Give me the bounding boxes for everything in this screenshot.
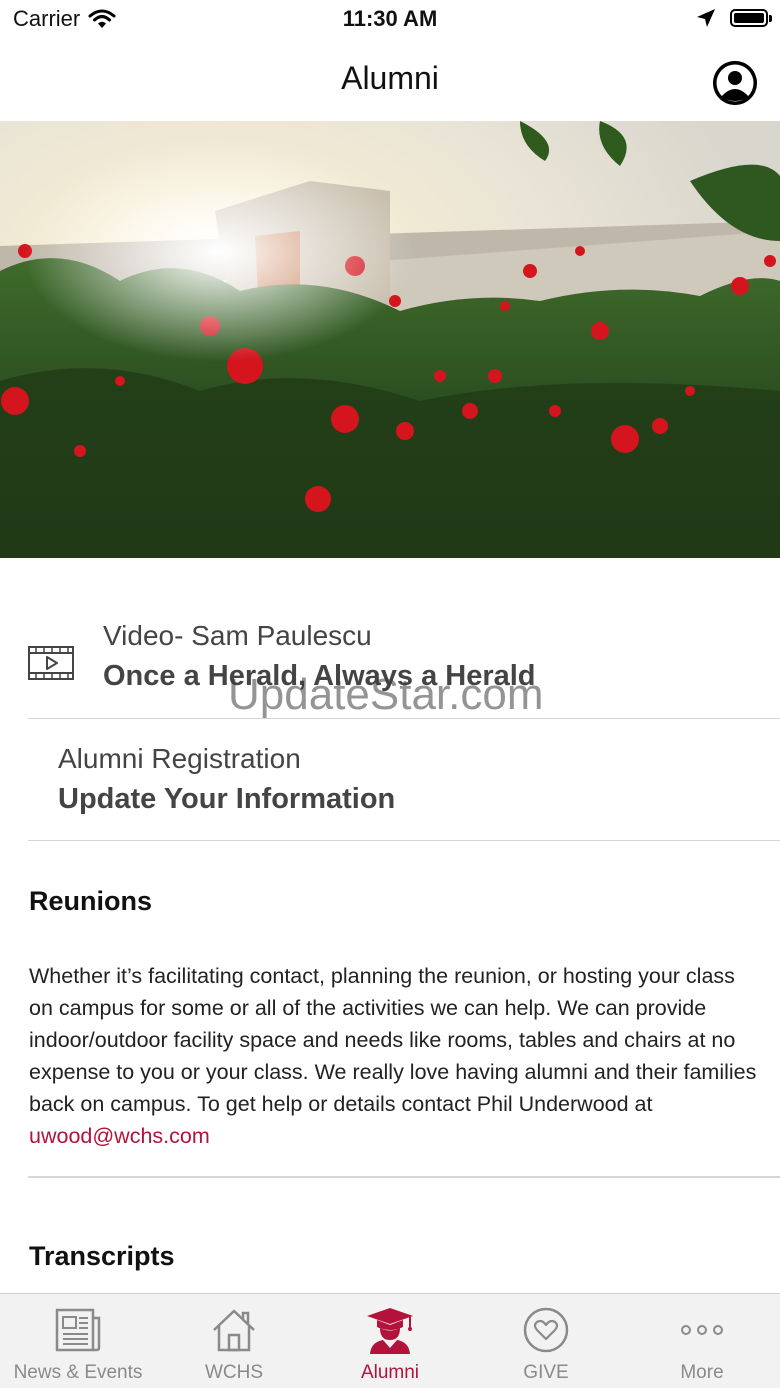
video-icon [28, 646, 74, 680]
video-subtitle: Once a Herald, Always a Herald [103, 660, 536, 692]
transcripts-heading: Transcripts [29, 1241, 175, 1271]
user-icon [713, 61, 757, 105]
video-title: Video- Sam Paulescu [103, 620, 372, 651]
list-item-registration[interactable]: Alumni Registration Update Your Informat… [28, 719, 780, 841]
reunions-text: Whether it’s facilitating contact, plann… [29, 964, 757, 1116]
tab-label: News & Events [13, 1362, 143, 1383]
nav-bar: Alumni [0, 40, 780, 121]
tab-wchs[interactable]: WCHS [156, 1294, 312, 1388]
more-icon [681, 1325, 723, 1335]
tab-label: WCHS [204, 1362, 264, 1383]
registration-subtitle: Update Your Information [58, 783, 396, 815]
tab-bar: News & Events WCHS Alumni GIVE More [0, 1293, 780, 1388]
status-time: 11:30 AM [342, 6, 438, 31]
location-arrow-icon [697, 9, 715, 27]
hero-photo [0, 121, 780, 558]
tab-give[interactable]: GIVE [468, 1294, 624, 1388]
section-divider [28, 1176, 780, 1178]
page-title: Alumni [341, 60, 439, 96]
tab-more[interactable]: More [624, 1294, 780, 1388]
newspaper-icon [55, 1308, 101, 1352]
email-link[interactable]: uwood@wchs.com [29, 1124, 210, 1148]
hero-image [0, 121, 780, 558]
list-item-video[interactable]: Video- Sam Paulescu Once a Herald, Alway… [28, 610, 780, 719]
home-icon [213, 1309, 255, 1352]
reunions-body: Whether it’s facilitating contact, plann… [29, 960, 759, 1152]
tab-news-events[interactable]: News & Events [0, 1294, 156, 1388]
battery-icon [730, 9, 772, 27]
status-right [696, 8, 772, 28]
graduate-icon [367, 1308, 413, 1354]
tab-alumni[interactable]: Alumni [312, 1294, 468, 1388]
reunions-heading: Reunions [29, 886, 153, 916]
status-bar: Carrier 11:30 AM [0, 0, 780, 40]
tab-label: GIVE [523, 1362, 569, 1383]
profile-button[interactable] [713, 61, 757, 105]
registration-title: Alumni Registration [58, 743, 301, 774]
tab-label: More [680, 1362, 724, 1383]
tab-label: Alumni [360, 1362, 420, 1383]
heart-icon [523, 1307, 569, 1353]
